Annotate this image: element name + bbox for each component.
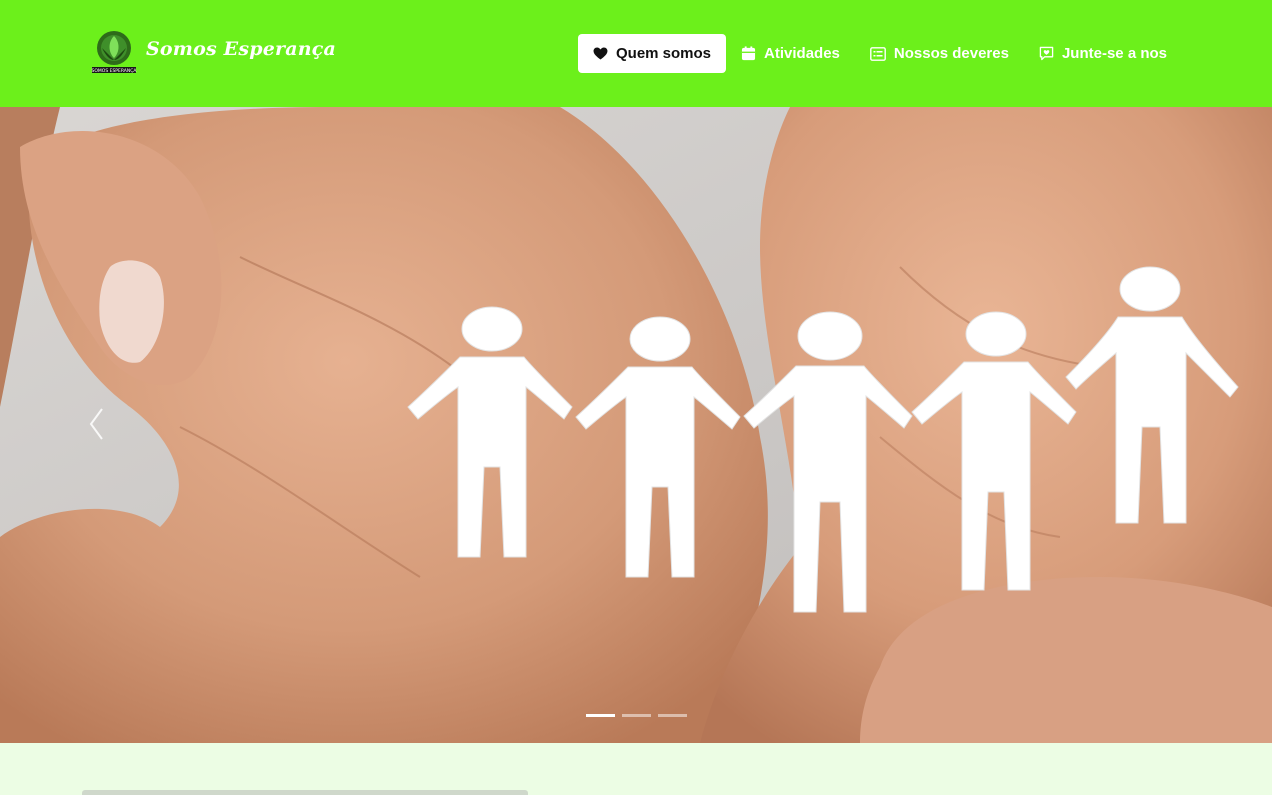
carousel-prev-button[interactable] <box>88 407 104 446</box>
main-nav: Quem somos Atividades Nossos deveres Jun… <box>578 34 1182 73</box>
hero-carousel <box>0 107 1272 743</box>
nav-item-label: Atividades <box>764 45 840 62</box>
carousel-indicator-3[interactable] <box>658 714 687 717</box>
nav-item-quem-somos[interactable]: Quem somos <box>578 34 727 73</box>
nav-item-junte-se[interactable]: Junte-se a nos <box>1024 34 1182 73</box>
nav-item-label: Junte-se a nos <box>1061 45 1167 62</box>
content-card-top-edge <box>82 790 528 795</box>
nav-item-nossos-deveres[interactable]: Nossos deveres <box>855 34 1024 73</box>
heart-icon <box>593 47 608 60</box>
hero-slide-image <box>0 107 1272 743</box>
nav-item-label: Quem somos <box>616 45 712 62</box>
nav-item-label: Nossos deveres <box>893 45 1009 62</box>
chat-heart-icon <box>1039 46 1054 61</box>
brand-link[interactable]: SOMOS ESPERANÇA Somos Esperança <box>88 26 336 78</box>
navbar: SOMOS ESPERANÇA Somos Esperança Quem som… <box>0 0 1272 107</box>
logo-caption: SOMOS ESPERANÇA <box>92 68 138 74</box>
calendar-icon <box>741 46 756 61</box>
carousel-indicator-2[interactable] <box>622 714 651 717</box>
carousel-indicators <box>586 714 694 717</box>
carousel-next-button[interactable] <box>1170 407 1186 446</box>
brand-name: Somos Esperança <box>146 38 337 60</box>
chevron-right-icon <box>1171 408 1185 440</box>
list-card-icon <box>869 46 886 61</box>
chevron-left-icon <box>89 408 103 440</box>
nav-item-atividades[interactable]: Atividades <box>726 34 855 73</box>
somos-esperanca-emblem-icon: SOMOS ESPERANÇA <box>92 31 138 74</box>
carousel-indicator-1[interactable] <box>586 714 615 717</box>
